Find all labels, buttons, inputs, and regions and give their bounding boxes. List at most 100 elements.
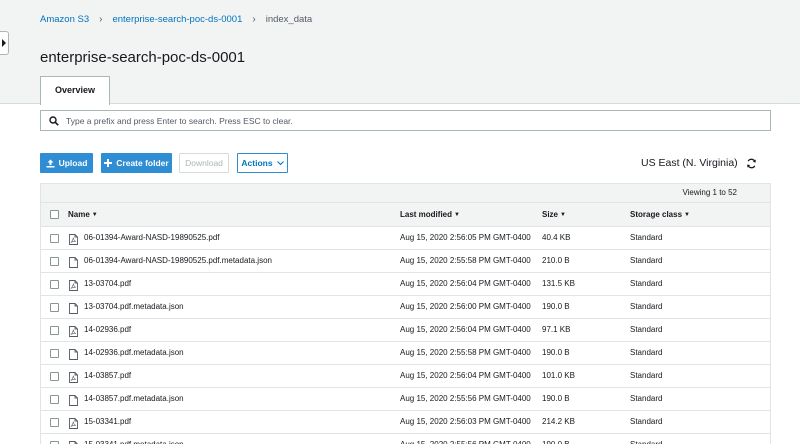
file-icon <box>69 439 78 444</box>
breadcrumb-separator: › <box>99 14 103 25</box>
region-label: US East (N. Virginia) <box>641 157 738 169</box>
row-checkbox[interactable] <box>50 349 59 358</box>
sort-caret-icon: ▼ <box>684 212 690 218</box>
object-size: 131.5 KB <box>542 279 575 288</box>
table-row[interactable]: 06-01394-Award-NASD-19890525.pdf.metadat… <box>41 249 770 272</box>
object-storage-class: Standard <box>630 256 663 265</box>
actions-dropdown[interactable]: Actions <box>237 153 288 173</box>
table-row[interactable]: 14-02936.pdf Aug 15, 2020 2:56:04 PM GMT-… <box>41 318 770 341</box>
object-storage-class: Standard <box>630 371 663 380</box>
upload-icon <box>46 159 55 167</box>
download-button[interactable]: Download <box>179 153 229 173</box>
row-checkbox[interactable] <box>50 257 59 266</box>
actions-label: Actions <box>241 158 273 168</box>
breadcrumb: Amazon S3 › enterprise-search-poc-ds-000… <box>40 14 312 25</box>
select-all-checkbox[interactable] <box>50 210 59 219</box>
object-storage-class: Standard <box>630 325 663 334</box>
object-last-modified: Aug 15, 2020 2:55:58 PM GMT-0400 <box>400 348 531 357</box>
object-name-link[interactable]: 06-01394-Award-NASD-19890525.pdf <box>84 227 220 249</box>
plus-icon <box>104 159 113 167</box>
tab-overview[interactable]: Overview <box>40 76 110 105</box>
objects-table: Viewing 1 to 52 Name ▼ Last modified ▼ Siz… <box>40 183 771 444</box>
column-size[interactable]: Size ▼ <box>542 203 566 227</box>
object-size: 190.0 B <box>542 348 570 357</box>
sort-caret-icon: ▼ <box>454 212 460 218</box>
object-last-modified: Aug 15, 2020 2:55:56 PM GMT-0400 <box>400 434 531 444</box>
object-name-link[interactable]: 14-02936.pdf.metadata.json <box>84 342 184 364</box>
caret-right-icon <box>2 39 6 47</box>
object-size: 101.0 KB <box>542 371 575 380</box>
object-name-link[interactable]: 14-03857.pdf.metadata.json <box>84 388 184 410</box>
sort-caret-icon: ▼ <box>91 212 98 218</box>
object-storage-class: Standard <box>630 394 663 403</box>
table-row[interactable]: 15-03341.pdf Aug 15, 2020 2:56:03 PM GMT-… <box>41 410 770 433</box>
row-checkbox[interactable] <box>50 395 59 404</box>
breadcrumb-amazon-s3[interactable]: Amazon S3 <box>40 14 89 25</box>
object-size: 190.0 B <box>542 394 570 403</box>
object-name-link[interactable]: 13-03704.pdf <box>84 273 131 295</box>
object-name-link[interactable]: 14-02936.pdf <box>84 319 131 341</box>
column-name[interactable]: Name ▼ <box>68 203 98 227</box>
breadcrumb-separator: › <box>252 14 256 25</box>
page-header: Amazon S3 › enterprise-search-poc-ds-000… <box>0 0 800 105</box>
object-name-link[interactable]: 15-03341.pdf.metadata.json <box>84 434 184 444</box>
breadcrumb-bucket[interactable]: enterprise-search-poc-ds-0001 <box>112 14 242 25</box>
table-row[interactable]: 14-03857.pdf Aug 15, 2020 2:56:04 PM GMT-… <box>41 364 770 387</box>
object-last-modified: Aug 15, 2020 2:56:04 PM GMT-0400 <box>400 279 531 288</box>
row-checkbox[interactable] <box>50 326 59 335</box>
object-storage-class: Standard <box>630 348 663 357</box>
table-header: Name ▼ Last modified ▼ Size ▼ Storage class… <box>41 202 770 226</box>
object-name-link[interactable]: 06-01394-Award-NASD-19890525.pdf.metadat… <box>84 250 272 272</box>
row-checkbox[interactable] <box>50 372 59 381</box>
chevron-down-icon <box>276 160 284 165</box>
table-row[interactable]: 14-02936.pdf.metadata.json Aug 15, 2020 2… <box>41 341 770 364</box>
sidebar-toggle[interactable] <box>0 31 9 55</box>
object-last-modified: Aug 15, 2020 2:56:05 PM GMT-0400 <box>400 233 531 242</box>
table-row[interactable]: 13-03704.pdf.metadata.json Aug 15, 2020 2… <box>41 295 770 318</box>
create-folder-button[interactable]: Create folder <box>101 153 172 173</box>
object-storage-class: Standard <box>630 434 662 444</box>
object-last-modified: Aug 15, 2020 2:56:03 PM GMT-0400 <box>400 417 531 426</box>
search-input[interactable] <box>66 115 770 126</box>
table-row[interactable]: 13-03704.pdf Aug 15, 2020 2:56:04 PM GMT-… <box>41 272 770 295</box>
object-last-modified: Aug 15, 2020 2:56:00 PM GMT-0400 <box>400 302 531 311</box>
object-size: 40.4 KB <box>542 233 571 242</box>
object-storage-class: Standard <box>630 417 663 426</box>
row-checkbox[interactable] <box>50 418 59 427</box>
object-name-link[interactable]: 14-03857.pdf <box>84 365 131 387</box>
object-last-modified: Aug 15, 2020 2:55:56 PM GMT-0400 <box>400 394 531 403</box>
table-row[interactable]: 15-03341.pdf.metadata.json Aug 15, 2020 2… <box>41 433 770 444</box>
sort-caret-icon: ▼ <box>560 212 566 218</box>
object-size: 97.1 KB <box>542 325 571 334</box>
column-size-label: Size <box>542 210 559 219</box>
row-checkbox[interactable] <box>50 280 59 289</box>
object-size: 190.0 B <box>542 302 570 311</box>
breadcrumb-current: index_data <box>265 14 313 25</box>
search-icon <box>49 115 59 126</box>
page-title: enterprise-search-poc-ds-0001 <box>40 49 246 66</box>
object-size: 190.0 B <box>542 434 570 444</box>
create-folder-label: Create folder <box>116 158 169 168</box>
row-checkbox[interactable] <box>50 303 59 312</box>
refresh-icon[interactable] <box>746 158 757 169</box>
object-last-modified: Aug 15, 2020 2:56:04 PM GMT-0400 <box>400 371 531 380</box>
column-last-modified[interactable]: Last modified ▼ <box>400 203 460 227</box>
upload-label: Upload <box>58 158 88 168</box>
search-bar <box>40 110 771 131</box>
column-class-label: Storage class <box>630 210 683 219</box>
object-storage-class: Standard <box>630 279 663 288</box>
object-name-link[interactable]: 13-03704.pdf.metadata.json <box>84 296 184 318</box>
table-row[interactable]: 14-03857.pdf.metadata.json Aug 15, 2020 2… <box>41 387 770 410</box>
object-storage-class: Standard <box>630 233 663 242</box>
object-storage-class: Standard <box>630 302 663 311</box>
column-modified-label: Last modified <box>400 210 453 219</box>
download-label: Download <box>185 158 223 168</box>
upload-button[interactable]: Upload <box>40 153 93 173</box>
viewing-count: Viewing 1 to 52 <box>41 184 770 202</box>
column-name-label: Name <box>68 210 90 219</box>
row-checkbox[interactable] <box>50 234 59 243</box>
table-row[interactable]: 06-01394-Award-NASD-19890525.pdf Aug 15, … <box>41 226 770 249</box>
object-last-modified: Aug 15, 2020 2:56:04 PM GMT-0400 <box>400 325 531 334</box>
object-name-link[interactable]: 15-03341.pdf <box>84 411 131 433</box>
column-storage-class[interactable]: Storage class ▼ <box>630 203 690 227</box>
